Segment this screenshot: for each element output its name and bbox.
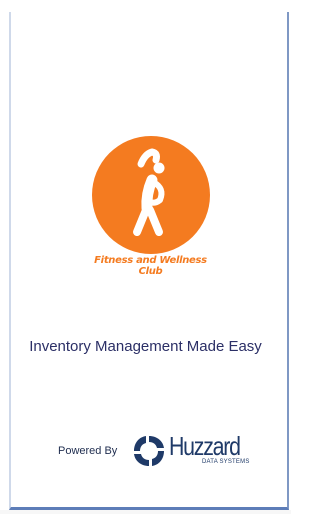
huzzard-swirl-icon bbox=[134, 436, 164, 466]
club-logo: Fitness and Wellness Club bbox=[89, 136, 212, 278]
stretching-person-icon bbox=[133, 148, 165, 236]
huzzard-wordmark: Huzzard bbox=[169, 431, 241, 461]
bottom-strip bbox=[0, 510, 291, 514]
powered-by-label: Powered By bbox=[58, 445, 118, 457]
logo-text-line2: Club bbox=[138, 266, 163, 277]
powered-by: Powered By Huzzard DATA SYSTEMS bbox=[56, 432, 256, 468]
huzzard-subtitle: DATA SYSTEMS bbox=[202, 459, 250, 465]
tagline: Inventory Management Made Easy bbox=[29, 338, 262, 355]
logo-text-line1: Fitness and Wellness bbox=[94, 255, 207, 266]
splash-screen: Fitness and Wellness Club Inventory Mana… bbox=[0, 0, 291, 514]
